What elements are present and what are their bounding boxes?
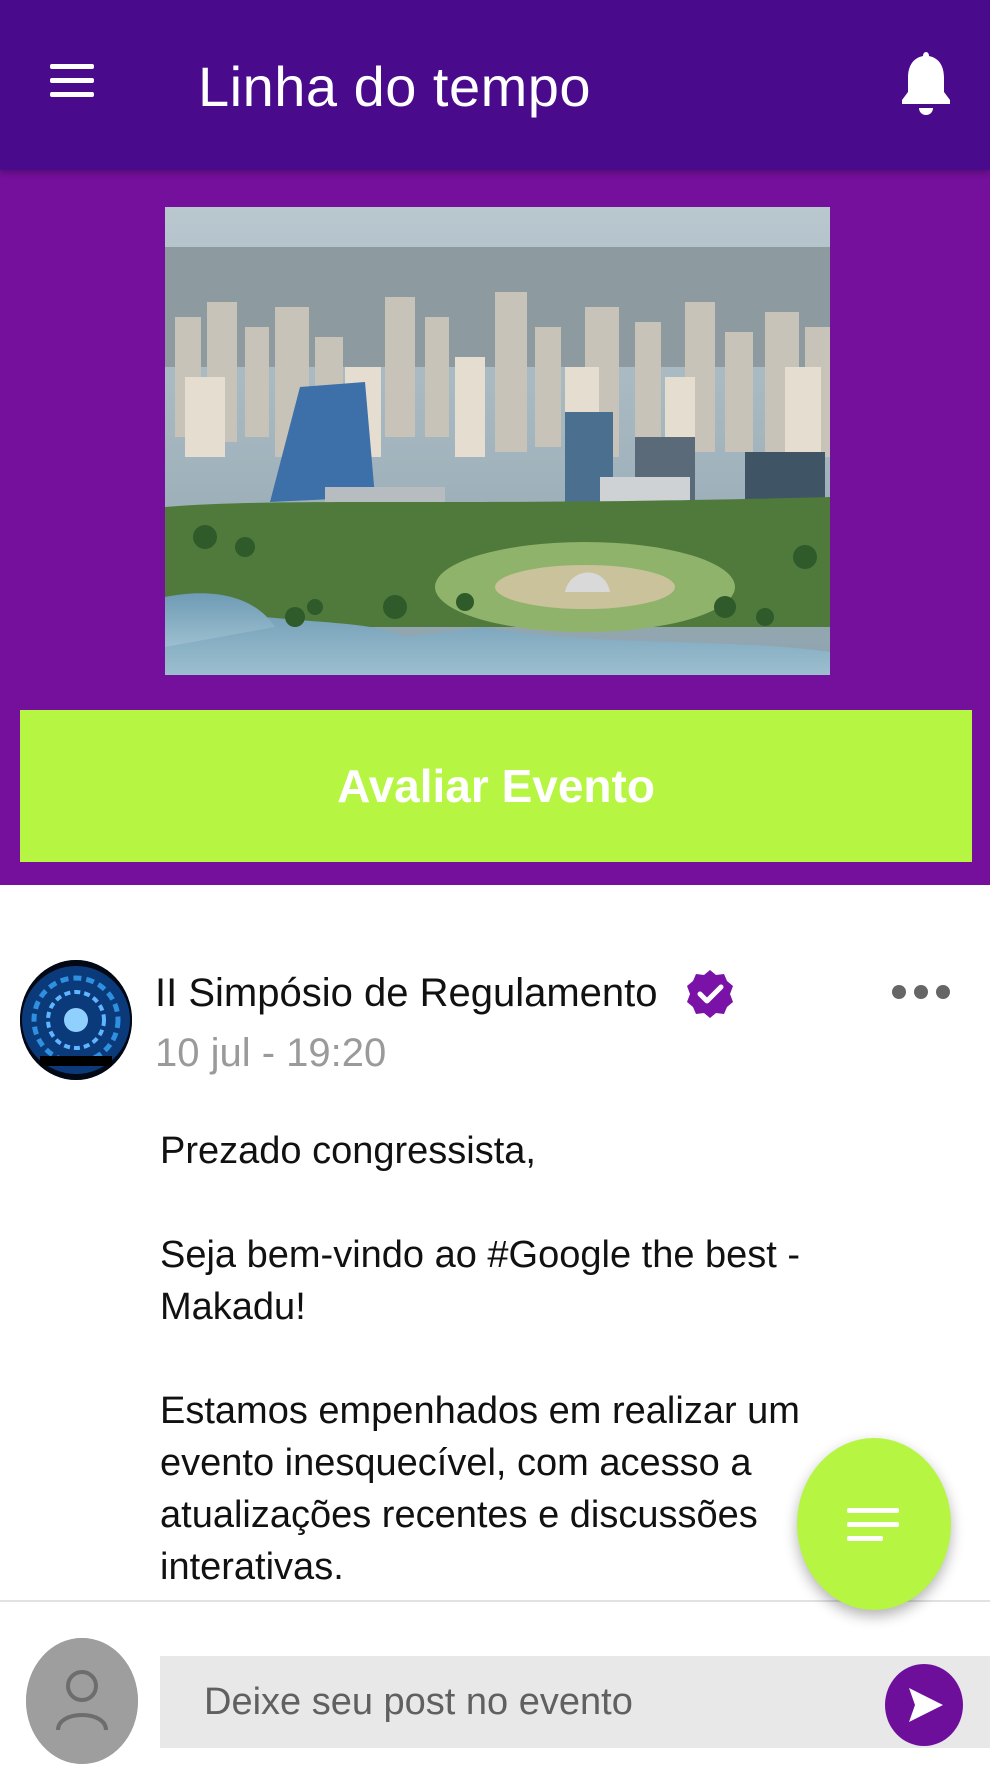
- user-avatar-icon: [26, 1638, 138, 1764]
- event-cover-image: [165, 207, 830, 675]
- app-screen: Linha do tempo Avaliar Evento II Simpósi…: [0, 0, 990, 1778]
- post-author[interactable]: II Simpósio de Regulamento: [155, 968, 658, 1018]
- bell-icon[interactable]: [898, 48, 954, 118]
- post-timestamp: 10 jul - 19:20: [155, 1031, 387, 1075]
- send-icon: [909, 1688, 943, 1722]
- app-bar: Linha do tempo: [0, 0, 990, 170]
- post-input[interactable]: [160, 1656, 990, 1748]
- post-body: Prezado congressista, Seja bem-vindo ao …: [160, 1125, 880, 1645]
- event-hero: Avaliar Evento: [0, 170, 990, 885]
- post-paragraph: Prezado congressista,: [160, 1130, 536, 1172]
- send-button[interactable]: [885, 1664, 963, 1746]
- post-composer: [0, 1600, 990, 1778]
- page-title: Linha do tempo: [198, 55, 592, 118]
- hamburger-menu-icon[interactable]: [42, 56, 102, 106]
- rate-event-button[interactable]: Avaliar Evento: [20, 710, 972, 862]
- post-paragraph: Estamos empenhados em realizar um evento…: [160, 1390, 800, 1588]
- more-options-icon[interactable]: [890, 981, 952, 1003]
- post-paragraph: Seja bem-vindo ao #Google the best - Mak…: [160, 1234, 801, 1328]
- floating-action-button[interactable]: [797, 1438, 951, 1610]
- organizer-avatar[interactable]: [20, 960, 132, 1080]
- verified-check-icon: [687, 970, 733, 1018]
